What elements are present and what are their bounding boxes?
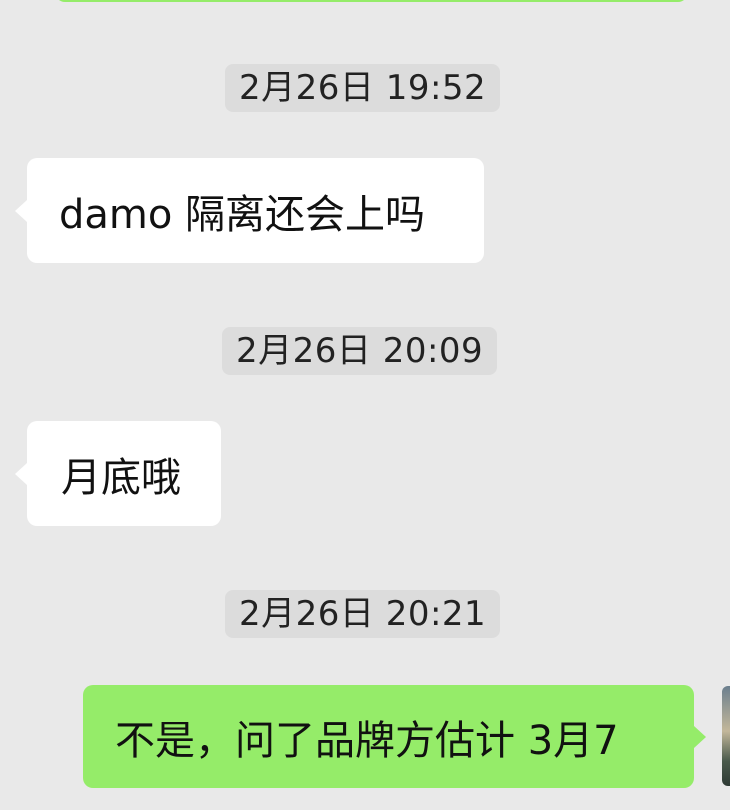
timestamp: 2月26日 20:21 (225, 590, 501, 638)
timestamp: 2月26日 20:09 (222, 327, 498, 375)
incoming-message-bubble[interactable]: damo 隔离还会上吗 (15, 158, 484, 263)
message-text: 不是，问了品牌方估计 3月7 (115, 717, 619, 764)
incoming-message-bubble[interactable]: 月底哦 (15, 421, 221, 526)
outgoing-message-bubble[interactable]: 不是，问了品牌方估计 3月7 (83, 685, 706, 788)
timestamp: 2月26日 19:52 (225, 64, 501, 112)
message-text: damo 隔离还会上吗 (59, 191, 426, 238)
message-text: 月底哦 (61, 454, 181, 501)
chat-view: 2月26日 19:52 damo 隔离还会上吗 2月26日 20:09 月底哦 … (0, 0, 730, 810)
bubble-tail (15, 199, 27, 222)
bubble-tail (15, 462, 27, 485)
avatar[interactable] (722, 686, 730, 786)
bubble-tail (694, 725, 706, 748)
previous-outgoing-bubble-edge (55, 0, 688, 2)
